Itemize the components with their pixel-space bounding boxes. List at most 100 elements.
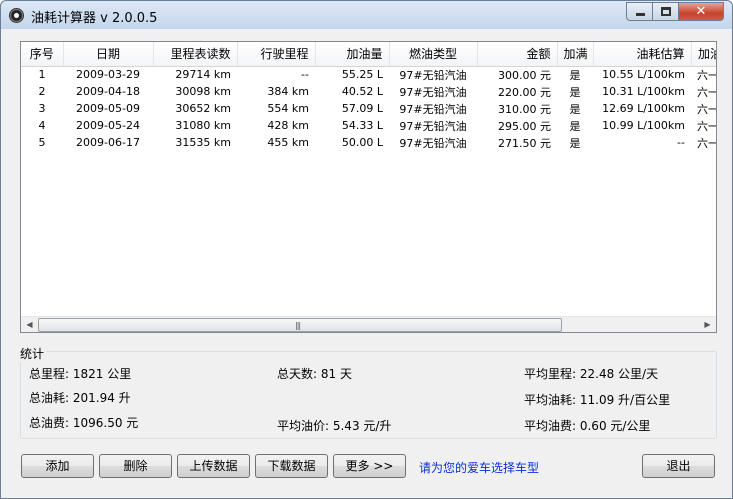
- cell-fuel-type: 97#无铅汽油: [399, 85, 467, 99]
- cell-consumption: 10.31 L/100km: [602, 85, 685, 98]
- window-title: 油耗计算器 v 2.0.0.5: [31, 11, 158, 26]
- stat-total-days: 总天数: 81 天: [277, 367, 352, 381]
- cell-full-tank: 是: [569, 68, 581, 82]
- cell-fuel-amount: 40.52 L: [341, 85, 383, 98]
- cell-odometer: 29714 km: [175, 68, 231, 82]
- column-header-fuel-type[interactable]: 燃油类型: [389, 42, 478, 67]
- cell-date: 2009-03-29: [76, 68, 140, 82]
- cell-fuel-type: 97#无铅汽油: [399, 68, 467, 82]
- cell-cost: 310.00 元: [498, 102, 551, 116]
- cell-consumption: 12.69 L/100km: [602, 102, 685, 115]
- cell-index: 3: [38, 102, 46, 115]
- cell-odometer: 30098 km: [175, 85, 231, 98]
- table-row[interactable]: 2 2009-04-18 30098 km 384 km 40.52 L 97#…: [21, 83, 717, 100]
- records-table: 序号 日期 里程表读数 行驶里程 加油量 燃油类型 金额 加满 油耗估算 加油站: [21, 42, 716, 151]
- maximize-icon: [661, 7, 671, 16]
- scroll-right-arrow-icon[interactable]: ▶: [699, 317, 716, 333]
- cell-date: 2009-05-09: [76, 102, 140, 115]
- cell-fuel-amount: 55.25 L: [341, 68, 383, 82]
- cell-cost: 271.50 元: [498, 136, 551, 150]
- cell-index: 5: [38, 136, 46, 149]
- close-button[interactable]: ✕: [679, 2, 724, 21]
- cell-distance: --: [301, 68, 309, 82]
- table-row[interactable]: 4 2009-05-24 31080 km 428 km 54.33 L 97#…: [21, 117, 717, 134]
- select-car-model-link[interactable]: 请为您的爱车选择车型: [419, 459, 539, 476]
- stat-avg-price: 平均油价: 5.43 元/升: [277, 419, 392, 433]
- more-button[interactable]: 更多 >>: [333, 454, 406, 478]
- cell-date: 2009-06-17: [76, 136, 140, 149]
- cell-odometer: 30652 km: [175, 102, 231, 115]
- cell-fuel-amount: 54.33 L: [341, 119, 383, 132]
- cell-fuel-type: 97#无铅汽油: [399, 119, 467, 133]
- horizontal-scrollbar[interactable]: ◀ ||| ▶: [21, 316, 716, 332]
- table-row[interactable]: 3 2009-05-09 30652 km 554 km 57.09 L 97#…: [21, 100, 717, 117]
- download-button[interactable]: 下载数据: [255, 454, 328, 478]
- add-button[interactable]: 添加: [21, 454, 94, 478]
- stat-avg-fuel: 平均油耗: 11.09 升/百公里: [524, 393, 671, 407]
- client-area: 序号 日期 里程表读数 行驶里程 加油量 燃油类型 金额 加满 油耗估算 加油站: [8, 29, 727, 493]
- cell-station: 六一路加: [697, 136, 716, 150]
- stat-avg-mileage: 平均里程: 22.48 公里/天: [524, 367, 659, 381]
- cell-full-tank: 是: [569, 102, 581, 116]
- statistics-title: 统计: [18, 345, 47, 362]
- minimize-button[interactable]: [626, 2, 653, 21]
- column-header-station[interactable]: 加油站: [691, 42, 716, 67]
- cell-cost: 295.00 元: [498, 119, 551, 133]
- fuel-records-list[interactable]: 序号 日期 里程表读数 行驶里程 加油量 燃油类型 金额 加满 油耗估算 加油站: [20, 41, 717, 333]
- table-row[interactable]: 1 2009-03-29 29714 km -- 55.25 L 97#无铅汽油…: [21, 66, 717, 83]
- cell-consumption: 10.55 L/100km: [602, 68, 685, 82]
- column-header-cost[interactable]: 金额: [477, 42, 558, 67]
- cell-distance: 384 km: [267, 85, 309, 98]
- cell-cost: 300.00 元: [498, 68, 551, 82]
- cell-date: 2009-05-24: [76, 119, 140, 132]
- cell-station: 六一路加: [697, 102, 716, 116]
- column-header-fuel-amount[interactable]: 加油量: [315, 42, 390, 67]
- stat-total-fuel: 总油耗: 201.94 升: [29, 391, 131, 405]
- scroll-left-arrow-icon[interactable]: ◀: [21, 317, 38, 333]
- cell-odometer: 31080 km: [175, 119, 231, 132]
- cell-index: 2: [38, 85, 46, 98]
- cell-index: 4: [38, 119, 46, 132]
- cell-full-tank: 是: [569, 136, 581, 150]
- cell-distance: 428 km: [267, 119, 309, 132]
- cell-date: 2009-04-18: [76, 85, 140, 98]
- close-icon: ✕: [695, 4, 707, 19]
- scrollbar-thumb[interactable]: |||: [38, 318, 562, 332]
- cell-consumption: --: [677, 136, 685, 149]
- stat-avg-cost: 平均油费: 0.60 元/公里: [524, 419, 651, 433]
- app-icon[interactable]: [9, 8, 24, 23]
- minimize-icon: [636, 13, 645, 16]
- stat-total-cost: 总油费: 1096.50 元: [29, 416, 139, 430]
- app-window: 油耗计算器 v 2.0.0.5 ✕ 序号 日期 里程表读数 行驶里程 加油量 燃…: [0, 0, 733, 499]
- cell-station: 六一路加: [697, 68, 716, 82]
- table-header: 序号 日期 里程表读数 行驶里程 加油量 燃油类型 金额 加满 油耗估算 加油站: [21, 42, 716, 67]
- stat-total-mileage: 总里程: 1821 公里: [29, 367, 132, 381]
- cell-cost: 220.00 元: [498, 85, 551, 99]
- column-header-index[interactable]: 序号: [21, 42, 64, 67]
- cell-fuel-amount: 57.09 L: [341, 102, 383, 115]
- cell-fuel-type: 97#无铅汽油: [399, 136, 467, 150]
- cell-consumption: 10.99 L/100km: [602, 119, 685, 132]
- column-header-date[interactable]: 日期: [63, 42, 154, 67]
- maximize-button[interactable]: [653, 2, 679, 21]
- column-header-odometer[interactable]: 里程表读数: [153, 42, 238, 67]
- cell-odometer: 31535 km: [175, 136, 231, 149]
- column-header-distance[interactable]: 行驶里程: [237, 42, 316, 67]
- cell-fuel-amount: 50.00 L: [341, 136, 383, 149]
- title-bar[interactable]: 油耗计算器 v 2.0.0.5 ✕: [1, 1, 732, 29]
- cell-distance: 554 km: [267, 102, 309, 115]
- cell-full-tank: 是: [569, 85, 581, 99]
- upload-button[interactable]: 上传数据: [177, 454, 250, 478]
- column-header-consumption[interactable]: 油耗估算: [593, 42, 692, 67]
- cell-fuel-type: 97#无铅汽油: [399, 102, 467, 116]
- cell-station: 六一路加: [697, 119, 716, 133]
- cell-station: 六一路加: [697, 85, 716, 99]
- column-header-full-tank[interactable]: 加满: [557, 42, 594, 67]
- delete-button[interactable]: 删除: [99, 454, 172, 478]
- cell-full-tank: 是: [569, 119, 581, 133]
- exit-button[interactable]: 退出: [642, 454, 715, 478]
- grip-icon: |||: [295, 321, 301, 330]
- cell-distance: 455 km: [267, 136, 309, 149]
- table-row[interactable]: 5 2009-06-17 31535 km 455 km 50.00 L 97#…: [21, 134, 717, 151]
- cell-index: 1: [38, 68, 46, 82]
